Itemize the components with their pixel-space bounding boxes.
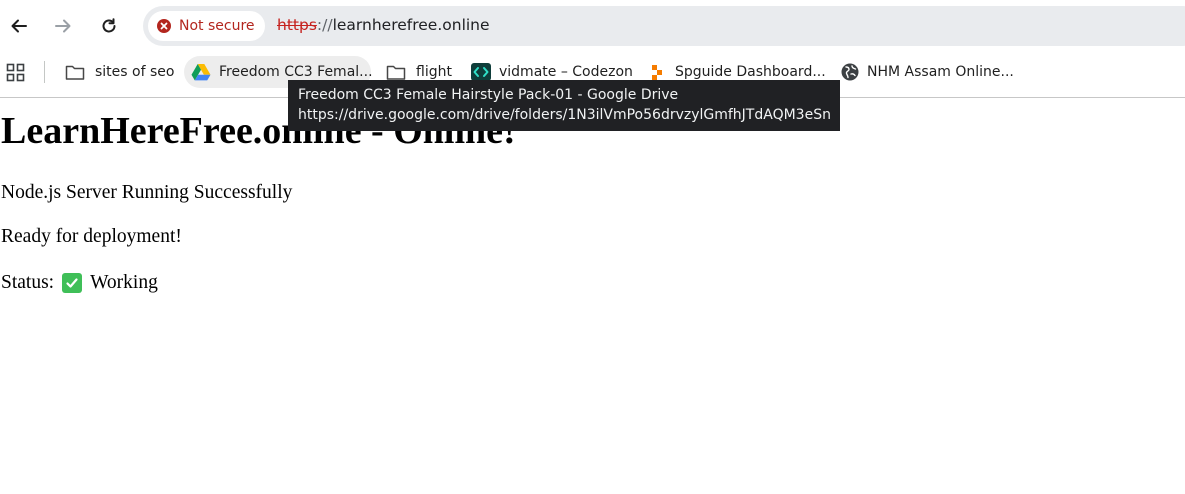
- tooltip-url: https://drive.google.com/drive/folders/1…: [298, 107, 830, 123]
- back-button[interactable]: [1, 8, 37, 44]
- reload-icon: [100, 17, 118, 35]
- address-bar[interactable]: Not secure https://learnherefree.online: [143, 6, 1185, 46]
- bookmark-label: vidmate – Codezon: [499, 64, 633, 80]
- bookmark-nhm-assam[interactable]: NHM Assam Online...: [840, 56, 1014, 88]
- site-security-chip[interactable]: Not secure: [148, 11, 265, 41]
- globe-icon: [840, 62, 860, 82]
- status-line: Status: Working: [1, 271, 158, 295]
- security-label: Not secure: [179, 18, 255, 34]
- server-status-text: Node.js Server Running Successfully: [1, 182, 293, 203]
- folder-icon: [386, 62, 406, 82]
- bookmark-sites-of-seo[interactable]: sites of seo: [65, 56, 174, 88]
- url-separator: ://: [316, 16, 333, 34]
- bookmark-label: sites of seo: [95, 64, 175, 80]
- url-host: learnherefree.online: [332, 16, 490, 34]
- arrow-right-icon: [54, 17, 72, 35]
- apps-grid-icon: [5, 63, 27, 88]
- bookmarks-separator: [44, 61, 45, 83]
- error-circle-icon: [157, 19, 171, 33]
- bookmark-label: Spguide Dashboard...: [675, 64, 826, 80]
- apps-button[interactable]: [5, 62, 27, 84]
- codezon-icon: [471, 62, 491, 82]
- google-drive-icon: [191, 62, 211, 82]
- check-mark-button-icon: [62, 273, 83, 293]
- forward-button[interactable]: [45, 8, 81, 44]
- tooltip-title: Freedom CC3 Female Hairstyle Pack-01 - G…: [298, 87, 679, 103]
- reload-button[interactable]: [91, 8, 127, 44]
- url-text[interactable]: https://learnherefree.online: [277, 16, 490, 34]
- bookmark-tooltip: Freedom CC3 Female Hairstyle Pack-01 - G…: [288, 80, 840, 131]
- deployment-text: Ready for deployment!: [1, 226, 182, 247]
- status-value: Working: [90, 272, 158, 293]
- bookmark-label: flight: [416, 64, 452, 80]
- url-scheme: https: [277, 16, 317, 34]
- folder-icon: [65, 62, 85, 82]
- status-label: Status:: [1, 272, 55, 293]
- spguide-icon: [647, 62, 667, 82]
- arrow-left-icon: [10, 17, 28, 35]
- bookmark-label: NHM Assam Online...: [867, 64, 1014, 80]
- bookmark-label: Freedom CC3 Femal...: [219, 64, 373, 80]
- browser-toolbar: Not secure https://learnherefree.online: [0, 0, 1185, 52]
